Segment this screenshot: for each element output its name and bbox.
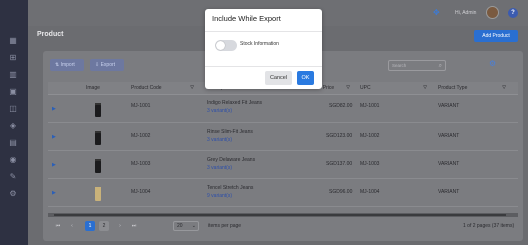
- export-options-dialog: Include While Export Stock Information C…: [205, 9, 322, 89]
- stock-information-toggle[interactable]: [215, 40, 237, 51]
- modal-overlay: Include While Export Stock Information C…: [0, 0, 528, 245]
- cancel-button[interactable]: Cancel: [265, 71, 292, 85]
- toggle-knob: [216, 41, 225, 50]
- divider: [205, 31, 322, 32]
- toggle-label: Stock Information: [240, 41, 279, 47]
- ok-button[interactable]: OK: [297, 71, 314, 85]
- dialog-title: Include While Export: [212, 14, 281, 23]
- divider: [205, 66, 322, 67]
